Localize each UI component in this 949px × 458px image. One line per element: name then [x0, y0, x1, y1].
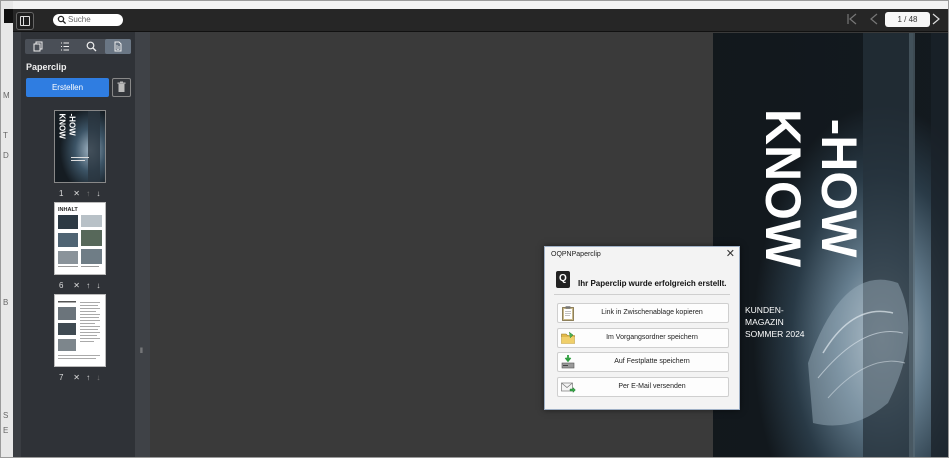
contents-thumbnail-image: [58, 215, 102, 267]
send-email-label: Per E-Mail versenden: [618, 383, 686, 390]
close-button[interactable]: ✕: [726, 248, 735, 261]
delete-paperclip-button[interactable]: [112, 78, 131, 97]
page-number: 1: [59, 189, 64, 198]
success-message: Ihr Paperclip wurde erfolgreich erstellt…: [578, 279, 727, 288]
copy-link-button[interactable]: Link in Zwischenablage kopieren: [557, 303, 729, 323]
previous-page-button[interactable]: [869, 12, 879, 29]
cover-subtitle: KUNDEN- MAGAZIN SOMMER 2024: [745, 304, 825, 340]
trash-icon: [117, 81, 126, 92]
chevron-left-icon: [870, 13, 878, 25]
search-input[interactable]: Suche: [53, 14, 123, 26]
thumbnail-title-2: -HOW: [67, 113, 77, 153]
tab-search[interactable]: [78, 39, 104, 54]
save-to-case-folder-button[interactable]: Im Vorgangsordner speichern: [557, 328, 729, 348]
app-window: M T D B S E Suche 1 / 48 Paperclip Erste…: [0, 0, 949, 458]
cover-title-word2: -HOW: [811, 119, 867, 258]
search-icon: [86, 41, 97, 52]
create-paperclip-button[interactable]: Erstellen: [26, 78, 109, 97]
thumbnail-title: KNOW: [57, 113, 67, 153]
app-logo-letter: Q: [559, 273, 567, 284]
divider: [554, 294, 730, 295]
page-number: 7: [59, 373, 64, 382]
copy-link-label: Link in Zwischenablage kopieren: [601, 309, 703, 316]
move-up-button[interactable]: ↑: [86, 189, 90, 198]
search-placeholder: Suche: [68, 15, 91, 24]
remove-page-button[interactable]: ✕: [73, 373, 80, 382]
cover-subtitle-line3: SOMMER 2024: [745, 329, 805, 339]
first-page-icon: [847, 13, 857, 25]
save-to-disk-label: Auf Festplatte speichern: [614, 358, 690, 365]
cover-title-know: KNOW: [755, 108, 811, 268]
page-thumbnail[interactable]: [54, 294, 106, 367]
move-down-button[interactable]: ↓: [96, 373, 100, 382]
cover-title-word1: KNOW: [755, 109, 811, 267]
clipboard-icon: [562, 306, 574, 321]
move-down-button[interactable]: ↓: [96, 189, 100, 198]
thumbnail-title-word2: -HOW: [67, 113, 77, 136]
move-up-button[interactable]: ↑: [86, 373, 90, 382]
save-to-disk-button[interactable]: Auf Festplatte speichern: [557, 352, 729, 372]
list-icon: [61, 42, 69, 51]
first-page-button[interactable]: [846, 12, 858, 29]
mail-icon: [561, 382, 576, 393]
page-thumbnail[interactable]: INHALT: [54, 202, 106, 275]
tab-paperclip[interactable]: [105, 39, 131, 54]
text-page-thumbnail-image: [58, 301, 100, 359]
sidebar-resizer[interactable]: ‖: [135, 32, 150, 457]
page-number: 6: [59, 281, 64, 290]
page-controls: 6 ✕ ↑ ↓: [59, 281, 104, 291]
chevron-right-icon: [932, 13, 940, 25]
move-up-button[interactable]: ↑: [86, 281, 90, 290]
resize-grip-icon: ‖: [140, 348, 143, 355]
paperclip-title: Paperclip: [26, 62, 67, 72]
sidebar-toggle-button[interactable]: [16, 12, 34, 30]
move-down-button[interactable]: ↓: [96, 281, 100, 290]
remove-page-button[interactable]: ✕: [73, 189, 80, 198]
background-window-edge: M T D B S E: [1, 1, 13, 457]
page-number-field[interactable]: 1 / 48: [885, 12, 930, 27]
folder-icon: [561, 331, 575, 344]
close-icon: ✕: [725, 248, 735, 260]
hard-drive-icon: [561, 355, 575, 369]
cover-title-how: -HOW: [811, 118, 867, 258]
page-controls: 7 ✕ ↑ ↓: [59, 373, 104, 383]
dialog-title: OQPNPaperclip: [551, 251, 601, 258]
search-icon: [57, 15, 67, 25]
thumbnail-title-word1: KNOW: [57, 113, 67, 139]
paperclip-document-icon: [114, 41, 122, 52]
document-page: KNOW -HOW KUNDEN- MAGAZIN SOMMER 2024: [713, 33, 948, 457]
tab-thumbnails[interactable]: [25, 39, 51, 54]
thumbnails-icon: [33, 41, 43, 52]
thumbnail-heading: INHALT: [58, 207, 78, 213]
sidebar: Paperclip Erstellen KNOW -HOW 1 ✕ ↑ ↓ IN…: [13, 32, 135, 457]
page-thumbnail[interactable]: KNOW -HOW: [54, 110, 106, 183]
page-controls: 1 ✕ ↑ ↓: [59, 189, 104, 199]
paperclip-dialog: OQPNPaperclip ✕ Q Ihr Paperclip wurde er…: [544, 246, 740, 410]
sidebar-tabs: [25, 39, 131, 54]
pdf-viewer: Suche 1 / 48 Paperclip Erstellen KNOW -H…: [13, 9, 948, 457]
send-email-button[interactable]: Per E-Mail versenden: [557, 377, 729, 397]
cover-subtitle-line2: MAGAZIN: [745, 317, 784, 327]
remove-page-button[interactable]: ✕: [73, 281, 80, 290]
viewer-toolbar: Suche 1 / 48: [13, 9, 948, 32]
next-page-button[interactable]: [931, 12, 941, 29]
app-logo: Q: [556, 271, 570, 288]
save-to-case-folder-label: Im Vorgangsordner speichern: [606, 334, 698, 341]
cover-subtitle-line1: KUNDEN-: [745, 305, 784, 315]
tab-outline[interactable]: [52, 39, 78, 54]
